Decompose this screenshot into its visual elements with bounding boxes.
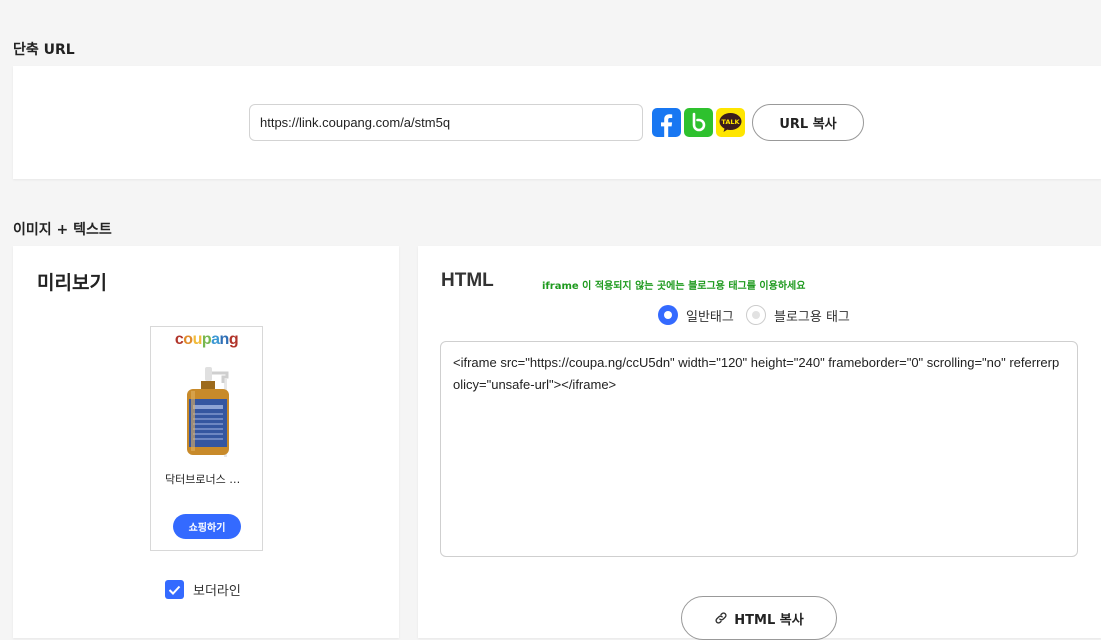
shopping-button[interactable]: 쇼핑하기 (173, 514, 241, 539)
general-tag-radio[interactable]: 일반태그 (658, 305, 734, 325)
product-card-preview[interactable]: coupang 닥터브로너스 … 쇼핑하기 (150, 326, 263, 551)
border-line-label: 보더라인 (193, 584, 241, 599)
kakaotalk-icon[interactable]: TALK (716, 108, 745, 137)
coupang-logo-letter: a (211, 331, 220, 348)
url-copy-label: URL 복사 (779, 117, 837, 132)
html-code-textarea[interactable]: <iframe src="https://coupa.ng/ccU5dn" wi… (440, 341, 1078, 557)
image-text-section-title: 이미지 + 텍스트 (13, 222, 112, 238)
checkmark-icon (168, 585, 181, 595)
blog-tag-radio[interactable]: 블로그용 태그 (746, 305, 850, 325)
coupang-logo-letter: p (201, 331, 212, 348)
html-copy-label: HTML 복사 (734, 612, 804, 628)
border-line-checkbox[interactable] (165, 580, 184, 599)
coupang-logo: coupang (151, 331, 262, 349)
short-url-section-title: 단축 URL (13, 42, 75, 58)
product-image (179, 365, 239, 465)
html-title: HTML (441, 270, 494, 291)
coupang-logo-letter: o (183, 331, 193, 348)
general-tag-label: 일반태그 (686, 309, 734, 325)
short-url-input[interactable] (249, 104, 643, 141)
shopping-button-label: 쇼핑하기 (188, 523, 226, 534)
blog-tag-notice: iframe 이 적용되지 않는 곳에는 블로그용 태그를 이용하세요 (542, 281, 806, 292)
url-copy-button[interactable]: URL 복사 (752, 104, 864, 141)
coupang-logo-letter: n (219, 331, 230, 348)
product-name: 닥터브로너스 … (165, 473, 241, 486)
preview-title: 미리보기 (37, 272, 107, 294)
html-copy-button[interactable]: HTML 복사 (681, 596, 837, 640)
blog-tag-label: 블로그용 태그 (774, 309, 850, 325)
kakaotalk-icon-label: TALK (721, 118, 740, 126)
band-icon[interactable] (684, 108, 713, 137)
radio-selected-icon (658, 305, 678, 325)
link-icon (715, 612, 727, 624)
coupang-logo-letter: g (228, 331, 239, 348)
radio-unselected-icon (746, 305, 766, 325)
facebook-icon[interactable] (652, 108, 681, 137)
coupang-logo-letter: u (192, 331, 203, 348)
